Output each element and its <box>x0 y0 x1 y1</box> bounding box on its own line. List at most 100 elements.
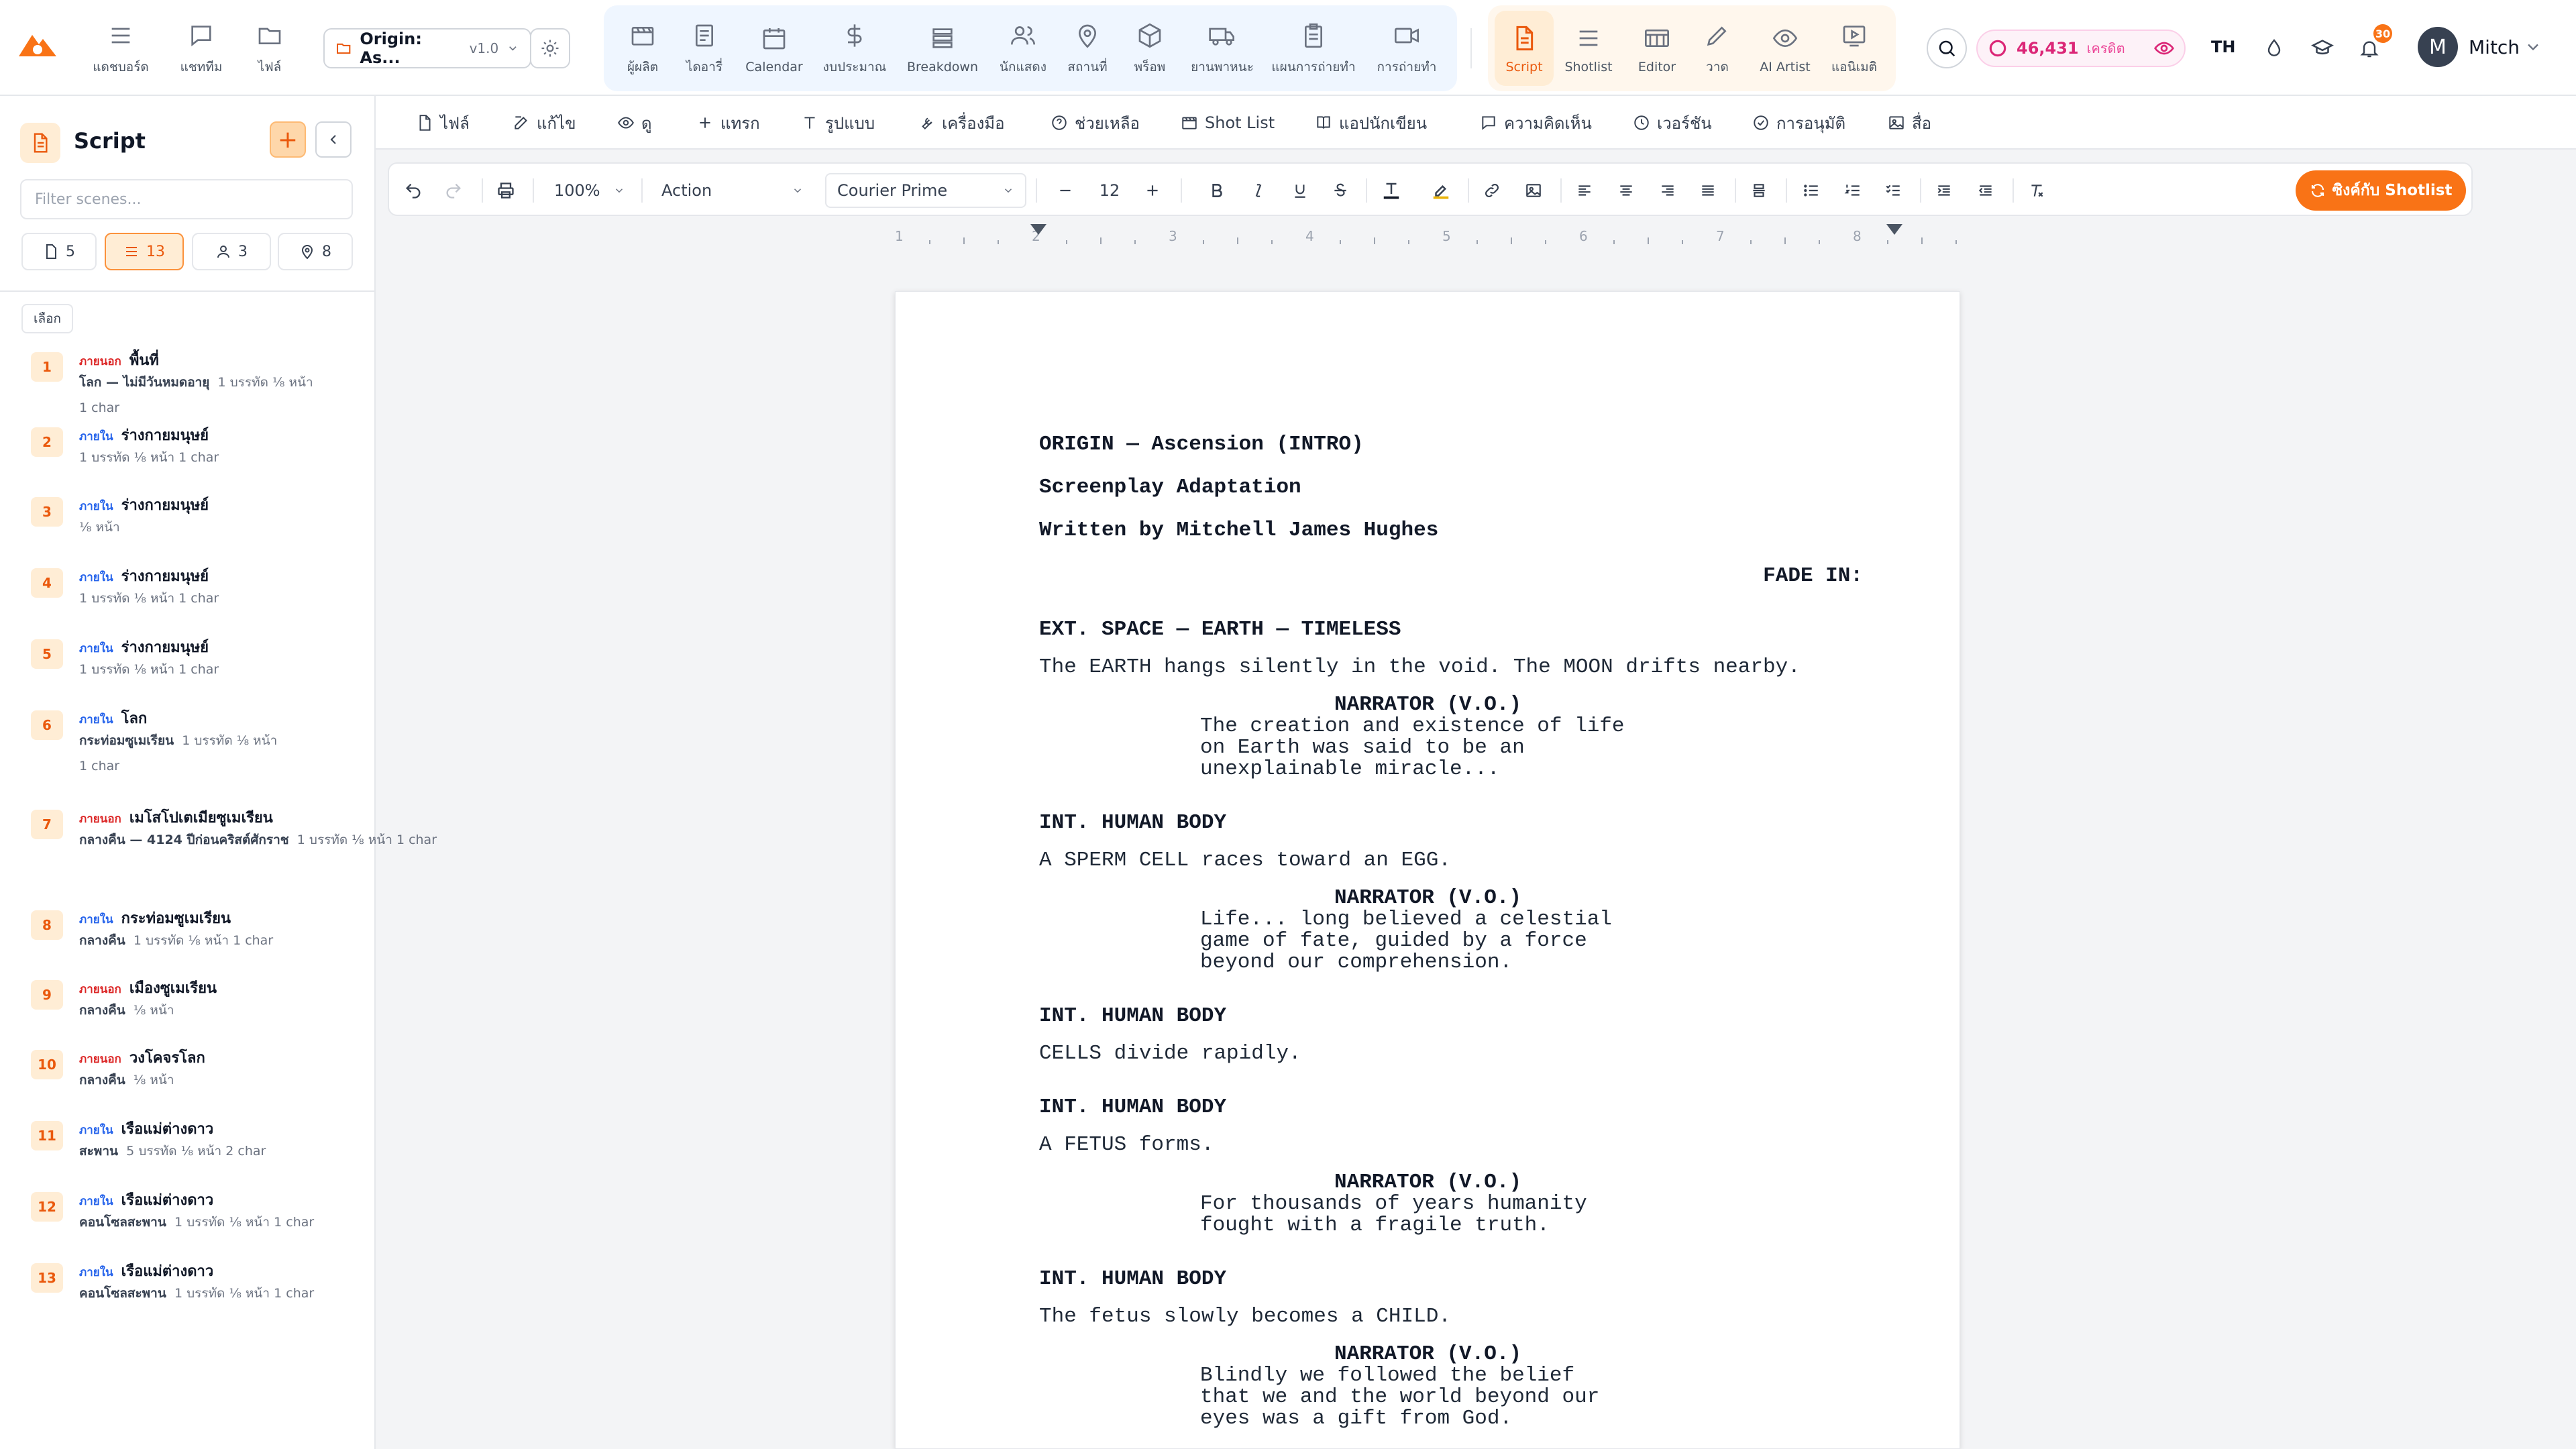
scene-heading[interactable]: EXT. SPACE — EARTH — TIMELESS <box>1039 619 1401 641</box>
character-name[interactable]: NARRATOR (V.O.) <box>1334 1344 1521 1365</box>
search-button[interactable] <box>1927 28 1967 68</box>
page-break-button[interactable] <box>1746 177 1772 204</box>
scene-list-item[interactable]: 11 ภายใน เรือแม่ต่างดาว สะพาน 5 บรรทัด ⅛ หน… <box>0 1113 374 1180</box>
dialogue-line[interactable]: eyes was a gift from God. <box>1200 1408 1512 1430</box>
view-script[interactable]: Script <box>1497 9 1551 87</box>
decrease-font-size-button[interactable] <box>1052 177 1079 204</box>
align-center-button[interactable] <box>1613 177 1640 204</box>
credits-balance[interactable]: 46,431 เครดิต <box>1976 30 2186 67</box>
menu-insert[interactable]: แทรก <box>696 109 760 136</box>
chevron-down-icon[interactable] <box>2524 38 2542 56</box>
action-line[interactable]: CELLS divide rapidly. <box>1039 1043 1301 1065</box>
scene-list-item[interactable]: 10 ภายนอก วงโคจรโลก กลางคืน ⅛ หน้า <box>0 1042 374 1109</box>
nav-chat[interactable]: แชททีม <box>168 9 235 87</box>
menu-writer-app[interactable]: แอปนักเขียน <box>1315 109 1427 136</box>
language-switcher[interactable]: TH <box>2211 38 2235 56</box>
scene-list-item[interactable]: 5 ภายใน ร่างกายมนุษย์ 1 บรรทัด ⅛ หน้า 1 cha… <box>0 631 374 698</box>
menu-format[interactable]: รูปแบบ <box>801 109 875 136</box>
nav-schedule[interactable]: แผนการถ่ายทำ <box>1267 9 1360 87</box>
character-name[interactable]: NARRATOR (V.O.) <box>1334 1172 1521 1193</box>
nav-shooting[interactable]: การถ่ายทำ <box>1368 9 1445 87</box>
collapse-sidebar-button[interactable] <box>315 121 352 158</box>
nav-diary[interactable]: ไดอารี่ <box>679 9 730 87</box>
menu-edit[interactable]: แก้ไข <box>513 109 576 136</box>
menu-shot-list[interactable]: Shot List <box>1181 109 1275 136</box>
zoom-select[interactable]: 100% <box>543 173 636 208</box>
dialogue-line[interactable]: beyond our comprehension. <box>1200 952 1512 973</box>
increase-font-size-button[interactable] <box>1139 177 1166 204</box>
menu-approval[interactable]: การอนุมัติ <box>1752 109 1845 136</box>
learning-button[interactable] <box>2306 32 2339 64</box>
dialogue-line[interactable]: For thousands of years humanity <box>1200 1193 1587 1215</box>
align-justify-button[interactable] <box>1695 177 1721 204</box>
scene-heading[interactable]: INT. HUMAN BODY <box>1039 1097 1226 1118</box>
action-line[interactable]: A SPERM CELL races toward an EGG. <box>1039 850 1451 871</box>
nav-producer[interactable]: ผู้ผลิต <box>617 9 668 87</box>
script-title[interactable]: ORIGIN — Ascension (INTRO) <box>1039 434 1364 455</box>
nav-files[interactable]: ไฟล์ <box>243 9 297 87</box>
dialogue-line[interactable]: game of fate, guided by a force <box>1200 930 1587 952</box>
insert-link-button[interactable] <box>1479 177 1505 204</box>
dialogue-line[interactable]: fought with a fragile truth. <box>1200 1215 1550 1236</box>
select-button[interactable]: เลือก <box>21 304 74 333</box>
character-name[interactable]: NARRATOR (V.O.) <box>1334 694 1521 716</box>
scene-list-item[interactable]: 6 ภายใน โลก กระท่อมซูเมเรียน 1 บรรทัด ⅛ หน้… <box>0 702 374 773</box>
view-animatic[interactable]: แอนิเมติ <box>1827 9 1881 87</box>
transition[interactable]: FADE IN: <box>1763 566 1863 587</box>
dialogue-line[interactable]: The creation and existence of life <box>1200 716 1625 737</box>
action-line[interactable]: The EARTH hangs silently in the void. Th… <box>1039 657 1801 678</box>
action-line[interactable]: The fetus slowly becomes a CHILD. <box>1039 1306 1451 1328</box>
view-shotlist[interactable]: Shotlist <box>1560 9 1617 87</box>
stat-characters[interactable]: 3 <box>192 233 271 270</box>
font-select[interactable]: Courier Prime <box>825 173 1026 208</box>
left-margin-marker[interactable] <box>1030 224 1046 236</box>
view-editor[interactable]: Editor <box>1629 9 1685 87</box>
text-color-button[interactable] <box>1378 177 1405 204</box>
stat-pages[interactable]: 5 <box>21 233 97 270</box>
dialogue-line[interactable]: on Earth was said to be an <box>1200 737 1525 759</box>
theme-toggle[interactable] <box>2258 32 2290 64</box>
menu-media[interactable]: สื่อ <box>1888 109 1931 136</box>
nav-dashboard[interactable]: แดชบอร์ด <box>86 9 156 87</box>
scene-list-item[interactable]: 3 ภายใน ร่างกายมนุษย์ ⅛ หน้า <box>0 489 374 556</box>
scene-list-item[interactable]: 8 ภายใน กระท่อมซูเมเรียน กลางคืน 1 บรรทัด ⅛… <box>0 902 374 969</box>
view-draw[interactable]: วาด <box>1699 9 1736 87</box>
align-left-button[interactable] <box>1571 177 1598 204</box>
indent-button[interactable] <box>1931 177 1957 204</box>
nav-locations[interactable]: สถานที่ <box>1059 9 1116 87</box>
insert-image-button[interactable] <box>1520 177 1547 204</box>
right-margin-marker[interactable] <box>1886 224 1902 236</box>
add-scene-button[interactable]: + <box>270 121 306 158</box>
menu-tools[interactable]: เครื่องมือ <box>918 109 1005 136</box>
scene-heading[interactable]: INT. HUMAN BODY <box>1039 812 1226 834</box>
font-size-value[interactable]: 12 <box>1096 177 1123 204</box>
scene-list-item[interactable]: 2 ภายใน ร่างกายมนุษย์ 1 บรรทัด ⅛ หน้า 1 cha… <box>0 419 374 486</box>
stat-scenes[interactable]: 13 <box>105 233 184 270</box>
script-page[interactable]: ORIGIN — Ascension (INTRO) Screenplay Ad… <box>895 291 1960 1449</box>
script-author[interactable]: Written by Mitchell James Hughes <box>1039 520 1438 541</box>
app-logo-icon[interactable] <box>17 30 58 59</box>
menu-file[interactable]: ไฟล์ <box>416 109 470 136</box>
outdent-button[interactable] <box>1972 177 1999 204</box>
italic-button[interactable] <box>1245 177 1272 204</box>
undo-button[interactable] <box>400 177 427 204</box>
dialogue-line[interactable]: Blindly we followed the belief <box>1200 1365 1574 1387</box>
scene-heading[interactable]: INT. HUMAN BODY <box>1039 1269 1226 1290</box>
filter-scenes-input[interactable] <box>20 179 353 219</box>
menu-versions[interactable]: เวอร์ชัน <box>1633 109 1712 136</box>
underline-button[interactable] <box>1287 177 1313 204</box>
menu-view[interactable]: ดู <box>617 109 652 136</box>
action-line[interactable]: A FETUS forms. <box>1039 1134 1214 1156</box>
bold-button[interactable] <box>1203 177 1230 204</box>
dialogue-line[interactable]: unexplainable miracle... <box>1200 759 1499 780</box>
avatar[interactable]: M <box>2418 27 2458 67</box>
menu-comments[interactable]: ความคิดเห็น <box>1480 109 1592 136</box>
scene-list-item[interactable]: 4 ภายใน ร่างกายมนุษย์ 1 บรรทัด ⅛ หน้า 1 cha… <box>0 560 374 627</box>
numbered-list-button[interactable] <box>1839 177 1866 204</box>
scene-list-item[interactable]: 9 ภายนอก เมืองซูเมเรียน กลางคืน ⅛ หน้า <box>0 972 374 1039</box>
checklist-button[interactable] <box>1880 177 1907 204</box>
strikethrough-button[interactable] <box>1327 177 1354 204</box>
character-name[interactable]: NARRATOR (V.O.) <box>1334 888 1521 909</box>
bullet-list-button[interactable] <box>1798 177 1825 204</box>
scene-list-item[interactable]: 1 ภายนอก พื้นที่ โลก — ไม่มีวันหมดอายุ 1 บร… <box>0 344 374 415</box>
